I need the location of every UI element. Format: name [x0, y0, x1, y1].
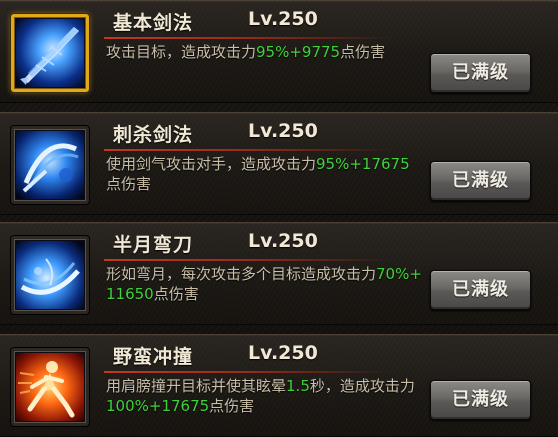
desc-text: 使用剑气攻击对手，造成攻击力 [106, 155, 317, 173]
desc-value: 95%+17675 [316, 155, 410, 173]
skill-icon-frame[interactable] [11, 14, 89, 92]
skill-level: Lv.250 [248, 230, 318, 252]
skill-description: 攻击目标，造成攻击力95%+9775点伤害 [106, 42, 424, 62]
name-divider [104, 371, 394, 373]
skill-name: 半月弯刀 [113, 234, 194, 256]
skill-description: 用肩膀撞开目标并使其眩晕1.5秒，造成攻击力 100%+17675点伤害 [106, 376, 424, 416]
skill-icon-frame[interactable] [11, 348, 89, 426]
skill-icon-frame[interactable] [11, 236, 89, 314]
desc-text: 攻击目标，造成攻击力 [106, 43, 257, 61]
skill-name: 野蛮冲撞 [113, 346, 194, 368]
name-divider [104, 259, 394, 261]
skill-name: 基本剑法 [113, 12, 194, 34]
sword-slash-icon [16, 19, 84, 87]
desc-text: 点伤害 [106, 175, 152, 193]
maxed-button[interactable]: 已满级 [430, 161, 531, 201]
maxed-button[interactable]: 已满级 [430, 270, 531, 310]
desc-value: 1.5 [286, 377, 310, 395]
skill-level: Lv.250 [248, 8, 318, 30]
skill-description: 形如弯月，每次攻击多个目标造成攻击力70%+11650点伤害 [106, 264, 424, 304]
skill-row-half-moon-blade[interactable]: 半月弯刀 Lv.250 形如弯月，每次攻击多个目标造成攻击力70%+11650点… [0, 222, 558, 325]
sword-arc-icon [16, 131, 84, 199]
crescent-wave-icon [16, 241, 84, 309]
skill-list: 基本剑法 Lv.250 攻击目标，造成攻击力95%+9775点伤害 已满级 刺杀… [0, 0, 558, 437]
name-divider [104, 149, 394, 151]
skill-row-assassin-sword[interactable]: 刺杀剑法 Lv.250 使用剑气攻击对手，造成攻击力95%+17675 点伤害 已… [0, 112, 558, 215]
desc-text: 用肩膀撞开目标并使其眩晕 [106, 377, 287, 395]
skill-row-basic-sword[interactable]: 基本剑法 Lv.250 攻击目标，造成攻击力95%+9775点伤害 已满级 [0, 0, 558, 103]
desc-text: 点伤害 [209, 397, 255, 415]
skill-icon-frame[interactable] [11, 126, 89, 204]
name-divider [104, 37, 394, 39]
skill-description: 使用剑气攻击对手，造成攻击力95%+17675 点伤害 [106, 154, 424, 194]
skill-level: Lv.250 [248, 120, 318, 142]
charging-warrior-icon [16, 353, 84, 421]
desc-value: 100%+17675 [106, 397, 210, 415]
desc-text: 秒，造成攻击力 [309, 377, 415, 395]
maxed-button[interactable]: 已满级 [430, 380, 531, 420]
skill-row-savage-charge[interactable]: 野蛮冲撞 Lv.250 用肩膀撞开目标并使其眩晕1.5秒，造成攻击力 100%+1… [0, 334, 558, 437]
maxed-button[interactable]: 已满级 [430, 53, 531, 93]
desc-value: 95%+9775 [256, 43, 341, 61]
skill-name: 刺杀剑法 [113, 124, 194, 146]
desc-text: 形如弯月，每次攻击多个目标造成攻击力 [106, 265, 377, 283]
skill-level: Lv.250 [248, 342, 318, 364]
desc-text: 点伤害 [153, 285, 199, 303]
desc-text: 点伤害 [340, 43, 386, 61]
